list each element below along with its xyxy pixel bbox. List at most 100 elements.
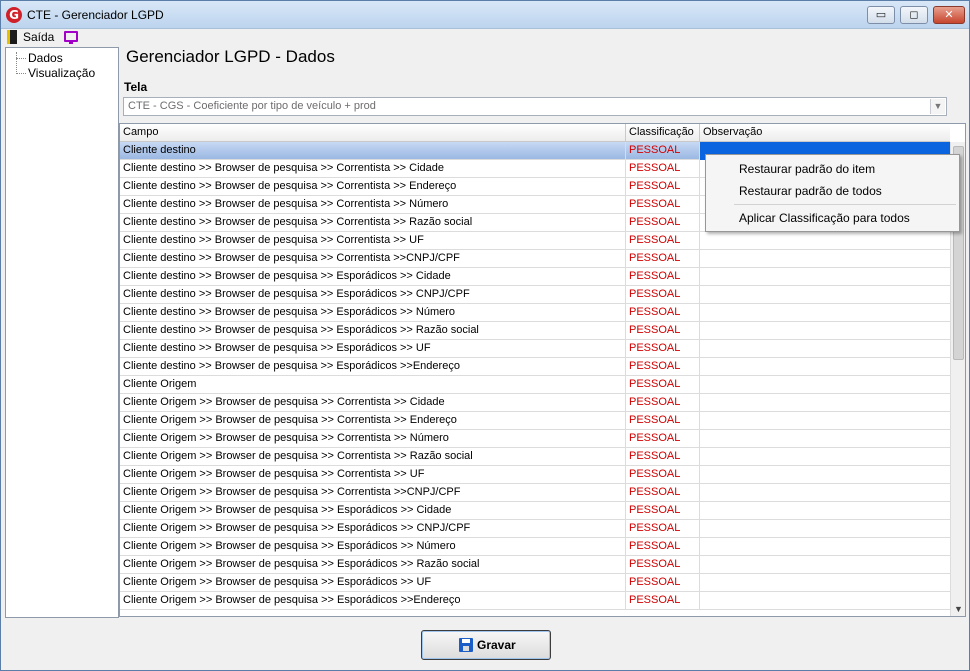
column-header-classificacao[interactable]: Classificação <box>626 124 700 142</box>
save-button[interactable]: Gravar <box>421 630 551 660</box>
exit-door-icon[interactable] <box>7 30 17 44</box>
column-header-observacao[interactable]: Observação <box>700 124 950 142</box>
tela-select[interactable]: CTE - CGS - Coeficiente por tipo de veíc… <box>123 97 947 116</box>
cell-observacao[interactable] <box>700 412 950 430</box>
table-row[interactable]: Cliente Origem >> Browser de pesquisa >>… <box>120 394 950 412</box>
cell-campo[interactable]: Cliente Origem >> Browser de pesquisa >>… <box>120 394 626 412</box>
cell-campo[interactable]: Cliente Origem >> Browser de pesquisa >>… <box>120 466 626 484</box>
menu-item-restore-all[interactable]: Restaurar padrão de todos <box>739 184 882 198</box>
table-row[interactable]: Cliente Origem >> Browser de pesquisa >>… <box>120 448 950 466</box>
cell-classificacao[interactable]: PESSOAL <box>626 232 700 250</box>
cell-classificacao[interactable]: PESSOAL <box>626 376 700 394</box>
cell-campo[interactable]: Cliente destino >> Browser de pesquisa >… <box>120 160 626 178</box>
cell-observacao[interactable] <box>700 232 950 250</box>
maximize-button[interactable]: ◻ <box>900 6 928 24</box>
cell-campo[interactable]: Cliente Origem >> Browser de pesquisa >>… <box>120 520 626 538</box>
table-row[interactable]: Cliente destino >> Browser de pesquisa >… <box>120 358 950 376</box>
cell-campo[interactable]: Cliente Origem >> Browser de pesquisa >>… <box>120 538 626 556</box>
table-row[interactable]: Cliente Origem >> Browser de pesquisa >>… <box>120 538 950 556</box>
cell-observacao[interactable] <box>700 520 950 538</box>
cell-observacao[interactable] <box>700 286 950 304</box>
title-bar[interactable]: G CTE - Gerenciador LGPD ▭ ◻ ✕ <box>1 1 969 29</box>
cell-classificacao[interactable]: PESSOAL <box>626 250 700 268</box>
cell-observacao[interactable] <box>700 358 950 376</box>
cell-classificacao[interactable]: PESSOAL <box>626 340 700 358</box>
close-button[interactable]: ✕ <box>933 6 965 24</box>
cell-observacao[interactable] <box>700 268 950 286</box>
menu-item-restore-item[interactable]: Restaurar padrão do item <box>739 162 875 176</box>
menu-item-apply-classification[interactable]: Aplicar Classificação para todos <box>739 211 910 225</box>
column-header-campo[interactable]: Campo <box>120 124 626 142</box>
cell-classificacao[interactable]: PESSOAL <box>626 592 700 610</box>
cell-campo[interactable]: Cliente destino >> Browser de pesquisa >… <box>120 286 626 304</box>
cell-campo[interactable]: Cliente Origem >> Browser de pesquisa >>… <box>120 412 626 430</box>
cell-campo[interactable]: Cliente destino >> Browser de pesquisa >… <box>120 232 626 250</box>
table-row[interactable]: Cliente Origem >> Browser de pesquisa >>… <box>120 502 950 520</box>
table-row[interactable]: Cliente destino >> Browser de pesquisa >… <box>120 250 950 268</box>
cell-classificacao[interactable]: PESSOAL <box>626 196 700 214</box>
cell-classificacao[interactable]: PESSOAL <box>626 466 700 484</box>
cell-classificacao[interactable]: PESSOAL <box>626 394 700 412</box>
cell-observacao[interactable] <box>700 322 950 340</box>
table-row[interactable]: Cliente Origem >> Browser de pesquisa >>… <box>120 574 950 592</box>
cell-classificacao[interactable]: PESSOAL <box>626 358 700 376</box>
monitor-icon[interactable] <box>64 31 78 44</box>
cell-campo[interactable]: Cliente destino >> Browser de pesquisa >… <box>120 214 626 232</box>
cell-campo[interactable]: Cliente destino <box>120 142 626 160</box>
cell-campo[interactable]: Cliente destino >> Browser de pesquisa >… <box>120 178 626 196</box>
cell-observacao[interactable] <box>700 430 950 448</box>
cell-classificacao[interactable]: PESSOAL <box>626 430 700 448</box>
cell-campo[interactable]: Cliente destino >> Browser de pesquisa >… <box>120 322 626 340</box>
cell-campo[interactable]: Cliente Origem <box>120 376 626 394</box>
cell-observacao[interactable] <box>700 502 950 520</box>
table-row[interactable]: Cliente Origem >> Browser de pesquisa >>… <box>120 556 950 574</box>
table-row[interactable]: Cliente Origem >> Browser de pesquisa >>… <box>120 412 950 430</box>
table-row[interactable]: Cliente Origem >> Browser de pesquisa >>… <box>120 520 950 538</box>
table-row[interactable]: Cliente destino >> Browser de pesquisa >… <box>120 304 950 322</box>
cell-campo[interactable]: Cliente Origem >> Browser de pesquisa >>… <box>120 448 626 466</box>
menu-exit[interactable]: Saída <box>23 30 54 44</box>
cell-observacao[interactable] <box>700 592 950 610</box>
cell-campo[interactable]: Cliente Origem >> Browser de pesquisa >>… <box>120 556 626 574</box>
cell-observacao[interactable] <box>700 556 950 574</box>
cell-classificacao[interactable]: PESSOAL <box>626 502 700 520</box>
cell-classificacao[interactable]: PESSOAL <box>626 538 700 556</box>
cell-campo[interactable]: Cliente destino >> Browser de pesquisa >… <box>120 304 626 322</box>
table-row[interactable]: Cliente Origem >> Browser de pesquisa >>… <box>120 484 950 502</box>
cell-classificacao[interactable]: PESSOAL <box>626 448 700 466</box>
table-row[interactable]: Cliente Origem >> Browser de pesquisa >>… <box>120 466 950 484</box>
cell-classificacao[interactable]: PESSOAL <box>626 304 700 322</box>
cell-classificacao[interactable]: PESSOAL <box>626 286 700 304</box>
cell-observacao[interactable] <box>700 574 950 592</box>
cell-campo[interactable]: Cliente Origem >> Browser de pesquisa >>… <box>120 592 626 610</box>
cell-campo[interactable]: Cliente Origem >> Browser de pesquisa >>… <box>120 502 626 520</box>
cell-classificacao[interactable]: PESSOAL <box>626 520 700 538</box>
cell-classificacao[interactable]: PESSOAL <box>626 178 700 196</box>
cell-classificacao[interactable]: PESSOAL <box>626 142 700 160</box>
table-row[interactable]: Cliente destino >> Browser de pesquisa >… <box>120 340 950 358</box>
table-row[interactable]: Cliente Origem >> Browser de pesquisa >>… <box>120 430 950 448</box>
cell-observacao[interactable] <box>700 538 950 556</box>
scroll-down-icon[interactable]: ▼ <box>954 604 963 614</box>
table-row[interactable]: Cliente destino >> Browser de pesquisa >… <box>120 322 950 340</box>
cell-classificacao[interactable]: PESSOAL <box>626 214 700 232</box>
cell-observacao[interactable] <box>700 394 950 412</box>
cell-observacao[interactable] <box>700 250 950 268</box>
table-row[interactable]: Cliente destino >> Browser de pesquisa >… <box>120 286 950 304</box>
cell-campo[interactable]: Cliente destino >> Browser de pesquisa >… <box>120 340 626 358</box>
table-row[interactable]: Cliente destino >> Browser de pesquisa >… <box>120 268 950 286</box>
cell-campo[interactable]: Cliente Origem >> Browser de pesquisa >>… <box>120 484 626 502</box>
table-row[interactable]: Cliente destino >> Browser de pesquisa >… <box>120 232 950 250</box>
cell-classificacao[interactable]: PESSOAL <box>626 412 700 430</box>
cell-campo[interactable]: Cliente destino >> Browser de pesquisa >… <box>120 196 626 214</box>
cell-classificacao[interactable]: PESSOAL <box>626 574 700 592</box>
cell-campo[interactable]: Cliente Origem >> Browser de pesquisa >>… <box>120 430 626 448</box>
minimize-button[interactable]: ▭ <box>867 6 895 24</box>
cell-observacao[interactable] <box>700 376 950 394</box>
cell-classificacao[interactable]: PESSOAL <box>626 556 700 574</box>
cell-classificacao[interactable]: PESSOAL <box>626 268 700 286</box>
chevron-down-icon[interactable]: ▼ <box>930 99 945 114</box>
cell-observacao[interactable] <box>700 448 950 466</box>
cell-observacao[interactable] <box>700 304 950 322</box>
cell-observacao[interactable] <box>700 340 950 358</box>
